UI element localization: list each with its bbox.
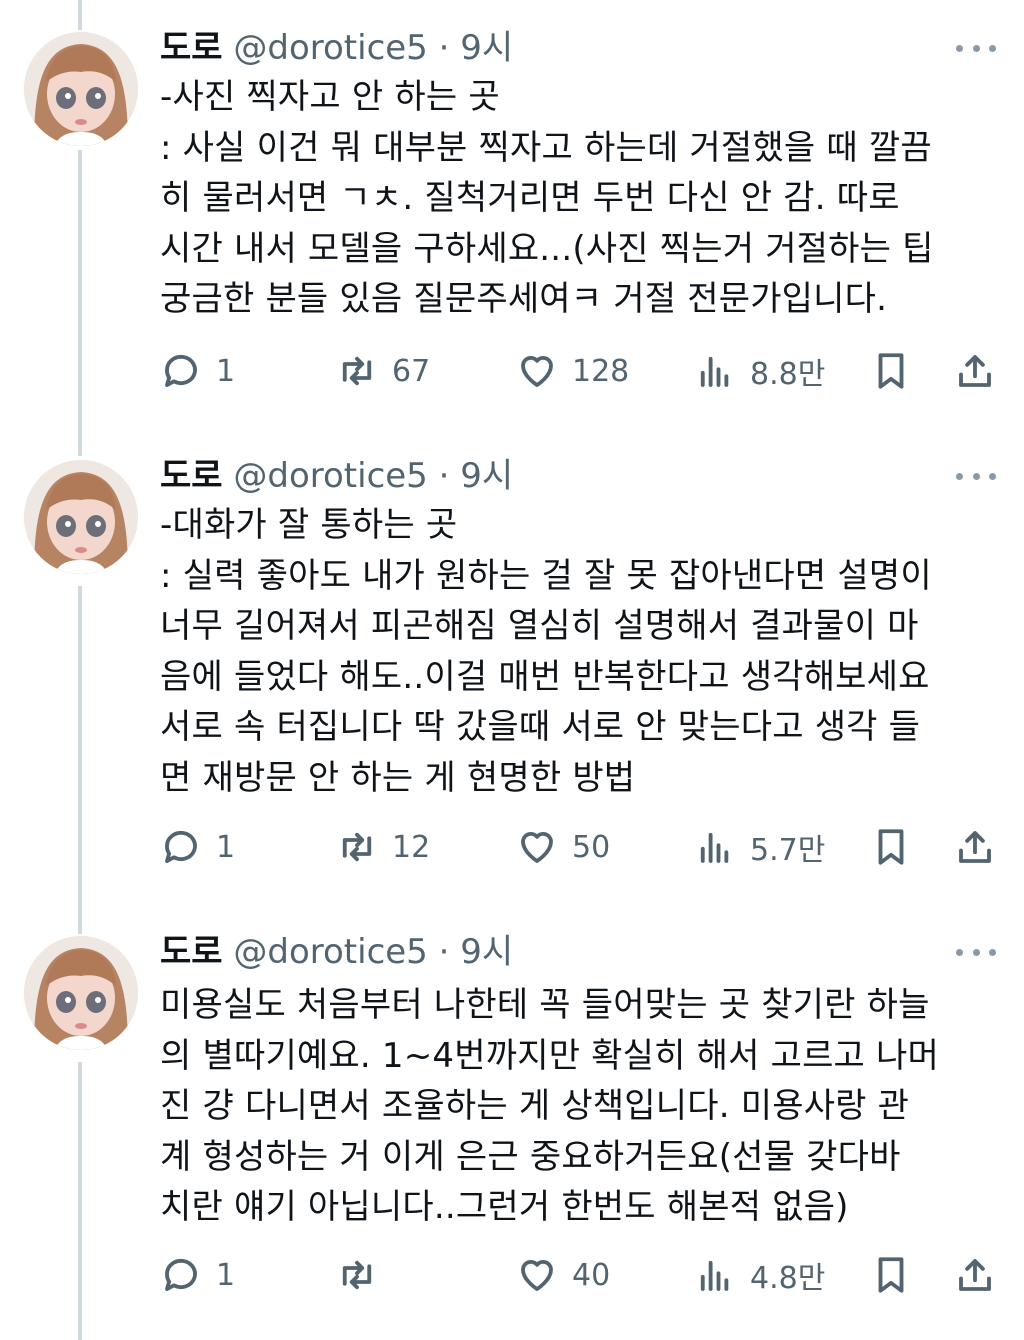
like-button[interactable]: 50 (516, 822, 610, 872)
share-icon (959, 831, 991, 863)
heart-icon (521, 832, 553, 863)
like-count: 50 (572, 829, 611, 865)
retweet-count: 67 (392, 353, 431, 389)
retweet-button[interactable]: 67 (336, 346, 430, 396)
view-count: 8.8만 (750, 357, 826, 392)
bookmark-icon (878, 1257, 904, 1293)
views-icon (700, 356, 729, 387)
tweet-header: 도로 @dorotice5 · 9시 (160, 26, 513, 70)
reply-icon (165, 830, 197, 863)
tweet-header: 도로 @dorotice5 · 9시 (160, 454, 513, 498)
action-bar: 1 67 128 8.8만 (160, 346, 1000, 396)
share-icon (959, 1259, 991, 1291)
views-icon (700, 1260, 729, 1291)
avatar[interactable] (24, 32, 138, 146)
timestamp[interactable]: · 9시 (439, 456, 514, 496)
reply-button[interactable]: 1 (160, 346, 235, 396)
like-count: 128 (572, 353, 630, 389)
like-button[interactable]: 128 (516, 346, 629, 396)
avatar[interactable] (24, 936, 138, 1050)
reply-count: 1 (216, 1257, 236, 1293)
action-bar: 1 40 4.8만 (160, 1250, 1000, 1300)
user-handle[interactable]: @dorotice5 (233, 456, 427, 496)
reply-icon (165, 1258, 197, 1291)
reply-button[interactable]: 1 (160, 1250, 235, 1300)
more-icon[interactable] (956, 942, 996, 962)
tweet-text: -사진 찍자고 안 하는 곳 : 사실 이건 뭐 대부분 찍자고 하는데 거절했… (160, 77, 934, 319)
display-name[interactable]: 도로 (160, 932, 223, 972)
tweet[interactable]: 도로 @dorotice5 · 9시 미용실도 처음부터 나한테 꼭 들어맞는 … (0, 904, 1024, 1340)
avatar-doll-image (24, 460, 138, 574)
bookmark-button[interactable] (870, 822, 912, 872)
retweet-icon (342, 1260, 372, 1290)
share-button[interactable] (954, 1250, 996, 1300)
retweet-count: 12 (392, 829, 431, 865)
tweet-header: 도로 @dorotice5 · 9시 (160, 930, 513, 974)
bookmark-icon (878, 353, 904, 389)
views-button[interactable]: 4.8만 (694, 1250, 825, 1300)
user-handle[interactable]: @dorotice5 (233, 932, 427, 972)
reply-count: 1 (216, 353, 236, 389)
like-count: 40 (572, 1257, 611, 1293)
tweet-text: -대화가 잘 통하는 곳 : 실력 좋아도 내가 원하는 걸 잘 못 잡아낸다면… (160, 505, 932, 798)
more-icon[interactable] (956, 466, 996, 486)
retweet-icon (342, 832, 372, 862)
view-count: 4.8만 (750, 1261, 826, 1296)
reply-button[interactable]: 1 (160, 822, 235, 872)
views-button[interactable]: 5.7만 (694, 822, 825, 872)
user-handle[interactable]: @dorotice5 (233, 28, 427, 68)
timestamp[interactable]: · 9시 (439, 28, 514, 68)
retweet-button[interactable] (336, 1250, 392, 1300)
display-name[interactable]: 도로 (160, 28, 223, 68)
tweet[interactable]: 도로 @dorotice5 · 9시 -대화가 잘 통하는 곳 : 실력 좋아도… (0, 428, 1024, 904)
like-button[interactable]: 40 (516, 1250, 610, 1300)
views-button[interactable]: 8.8만 (694, 346, 825, 396)
reply-icon (165, 354, 197, 387)
tweet-text: 미용실도 처음부터 나한테 꼭 들어맞는 곳 찾기란 하늘 의 별따기예요. 1… (160, 985, 940, 1227)
heart-icon (521, 1260, 553, 1291)
bookmark-button[interactable] (870, 346, 912, 396)
share-button[interactable] (954, 346, 996, 396)
retweet-button[interactable]: 12 (336, 822, 430, 872)
heart-icon (521, 356, 553, 387)
share-icon (959, 355, 991, 387)
reply-count: 1 (216, 829, 236, 865)
display-name[interactable]: 도로 (160, 456, 223, 496)
retweet-icon (342, 356, 372, 386)
views-icon (700, 832, 729, 863)
action-bar: 1 12 50 5.7만 (160, 822, 1000, 872)
share-button[interactable] (954, 822, 996, 872)
tweet[interactable]: 도로 @dorotice5 · 9시 -사진 찍자고 안 하는 곳 : 사실 이… (0, 0, 1024, 430)
timestamp[interactable]: · 9시 (439, 932, 514, 972)
more-icon[interactable] (956, 38, 996, 58)
avatar-doll-image (24, 32, 138, 146)
bookmark-button[interactable] (870, 1250, 912, 1300)
bookmark-icon (878, 829, 904, 865)
view-count: 5.7만 (750, 833, 826, 868)
avatar[interactable] (24, 460, 138, 574)
avatar-doll-image (24, 936, 138, 1050)
